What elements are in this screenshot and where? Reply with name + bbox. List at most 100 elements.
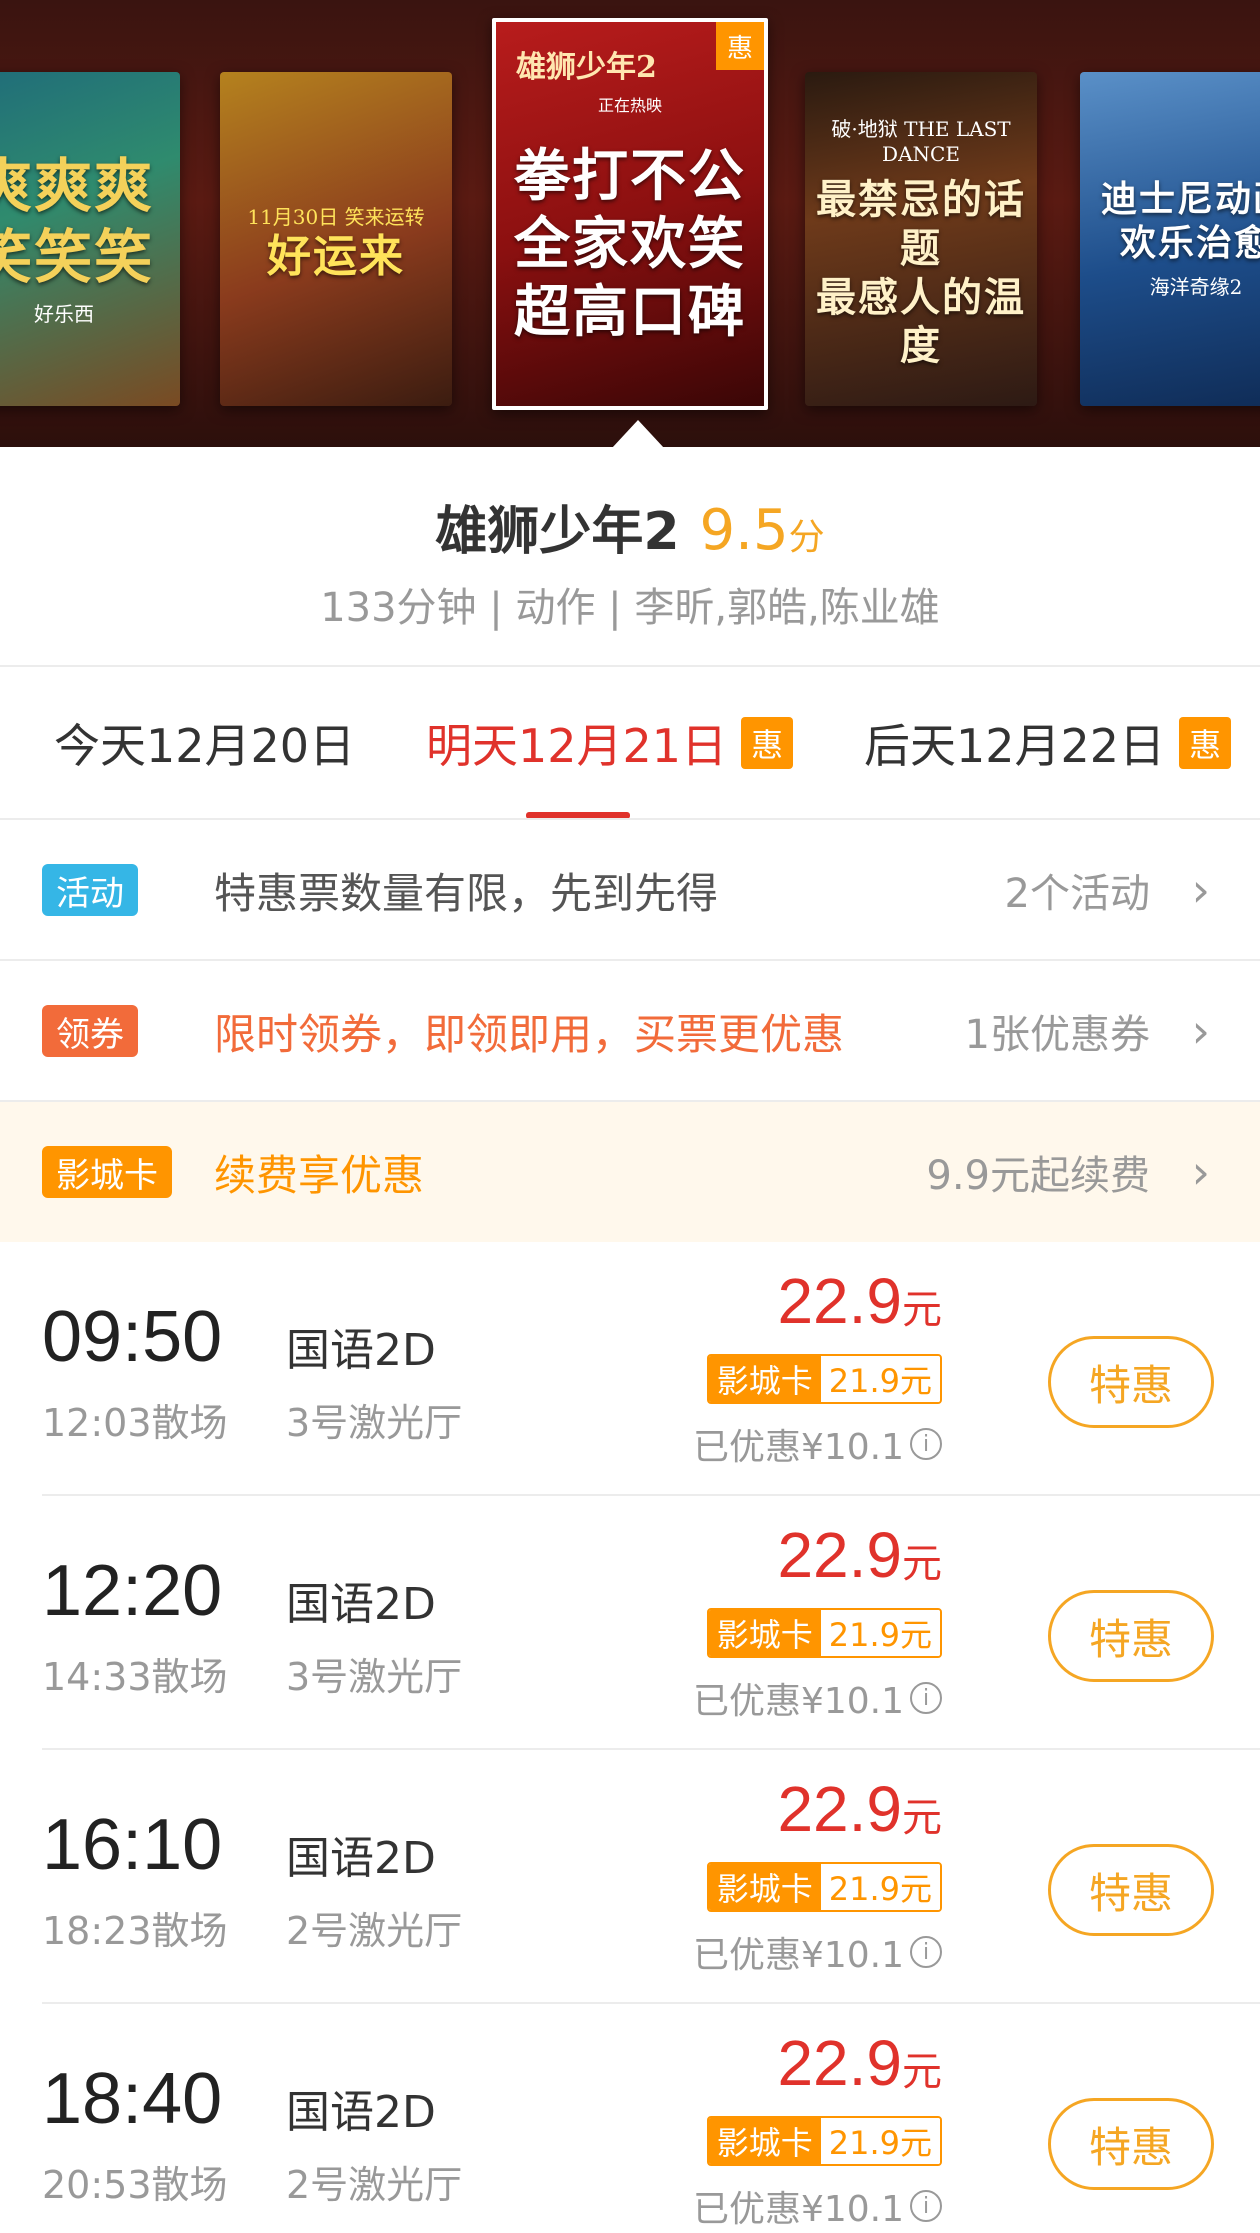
chevron-right-icon: › (1191, 863, 1210, 917)
ticket-price: 22.9元 (777, 1772, 942, 1846)
coupon-text: 限时领券，即领即用，买票更优惠 (214, 1009, 845, 1059)
poster-moana2[interactable]: 迪士尼动画 欢乐治愈 海洋奇缘2 (1080, 72, 1260, 406)
card-label: 影城卡 (708, 1356, 821, 1402)
date-tab-label: 今天12月20日 (54, 719, 356, 773)
poster-haoyunlai[interactable]: 11月30日 笑来运转 好运来 (220, 72, 452, 406)
activity-tag: 活动 (42, 864, 138, 916)
price-value: 22.9 (777, 1265, 902, 1337)
info-icon[interactable]: i (910, 1428, 942, 1460)
poster-subtext: 好乐西 (34, 302, 94, 327)
start-time: 12:20 (42, 1551, 223, 1631)
poster-text: 最禁忌的话题 最感人的温度 (816, 175, 1026, 370)
showtime-row[interactable]: 12:20 14:33散场 国语2D 3号激光厅 22.9元 影城卡 21.9元 … (0, 1496, 1260, 1748)
showtime-row[interactable]: 09:50 12:03散场 国语2D 3号激光厅 22.9元 影城卡 21.9元 … (0, 1242, 1260, 1494)
price-unit: 元 (902, 1542, 942, 1586)
price-unit: 元 (902, 1288, 942, 1332)
date-tabs: 今天12月20日 明天12月21日 惠 后天12月22日 惠 (0, 667, 1260, 819)
ticket-price: 22.9元 (777, 2026, 942, 2100)
coupon-row[interactable]: 领券 限时领券，即领即用，买票更优惠 1张优惠券 › (0, 961, 1260, 1101)
end-time: 12:03散场 (42, 1401, 228, 1445)
language-format: 国语2D (286, 1579, 436, 1630)
chevron-right-icon: › (1191, 1145, 1210, 1199)
language-format: 国语2D (286, 1833, 436, 1884)
poster-text: 迪士尼动画 欢乐治愈 (1100, 177, 1260, 264)
discount-badge: 惠 (1179, 717, 1232, 769)
end-time: 18:23散场 (42, 1909, 228, 1953)
special-offer-button[interactable]: 特惠 (1048, 1336, 1214, 1428)
poster-selected-xiongshi[interactable]: 雄狮少年2 正在热映 惠 拳打不公 全家欢笑 超高口碑 (492, 18, 768, 410)
start-time: 18:40 (42, 2059, 223, 2139)
showtime-row[interactable]: 18:40 20:53散场 国语2D 2号激光厅 22.9元 影城卡 21.9元 … (0, 2004, 1260, 2233)
discount-badge: 惠 (741, 717, 794, 769)
saved-text: 已优惠¥10.1 (692, 1427, 904, 1468)
end-time: 20:53散场 (42, 2163, 228, 2207)
hall-name: 2号激光厅 (286, 1909, 463, 1953)
cinema-card-tag: 影城卡 (42, 1146, 172, 1198)
coupon-tag: 领券 (42, 1005, 138, 1057)
coupon-count: 1张优惠券 (964, 1012, 1150, 1058)
movie-title-row: 雄狮少年2 9.5分 (0, 489, 1260, 564)
poster-text: 好运来 (267, 230, 405, 282)
date-tab-day-after[interactable]: 后天12月22日 惠 (864, 667, 1232, 819)
chevron-right-icon: › (1191, 1004, 1210, 1058)
card-label: 影城卡 (708, 1610, 821, 1656)
discount-badge: 惠 (716, 22, 764, 70)
activity-count: 2个活动 (1004, 871, 1150, 917)
date-tab-today[interactable]: 今天12月20日 (54, 667, 355, 819)
end-time: 14:33散场 (42, 1655, 228, 1699)
info-icon[interactable]: i (910, 1682, 942, 1714)
special-offer-button[interactable]: 特惠 (1048, 2098, 1214, 2190)
poster-subtext: 海洋奇缘2 (1149, 275, 1243, 300)
card-price: 21.9元 (820, 2118, 940, 2164)
price-value: 22.9 (777, 2027, 902, 2099)
card-price-badge: 影城卡 21.9元 (706, 2116, 942, 2166)
poster-subtext: 破·地狱 THE LAST DANCE (831, 116, 1011, 166)
poster-status: 正在热映 (597, 96, 662, 115)
special-offer-button[interactable]: 特惠 (1048, 1590, 1214, 1682)
poster-carousel[interactable]: 爽爽爽 笑笑笑 好乐西 11月30日 笑来运转 好运来 雄狮少年2 正在热映 惠… (0, 0, 1260, 447)
movie-meta: 133分钟 | 动作 | 李昕,郭皓,陈业雄 (320, 585, 940, 631)
movie-score-unit: 分 (788, 517, 825, 558)
date-tab-tomorrow[interactable]: 明天12月21日 惠 (426, 667, 794, 819)
language-format: 国语2D (286, 2087, 436, 2138)
activity-text: 特惠票数量有限，先到先得 (214, 868, 719, 918)
card-price-badge: 影城卡 21.9元 (706, 1862, 942, 1912)
poster-text: 拳打不公 全家欢笑 超高口碑 (514, 142, 746, 346)
hall-name: 3号激光厅 (286, 1401, 463, 1445)
discount-saved: 已优惠¥10.1 i (693, 1418, 942, 1470)
movie-info: 雄狮少年2 9.5分 133分钟 | 动作 | 李昕,郭皓,陈业雄 (0, 447, 1260, 665)
hall-name: 3号激光厅 (286, 1655, 463, 1699)
start-time: 16:10 (42, 1805, 223, 1885)
discount-saved: 已优惠¥10.1 i (693, 2180, 942, 2232)
discount-saved: 已优惠¥10.1 i (693, 1672, 942, 1724)
date-tab-label: 后天12月22日 (864, 719, 1166, 773)
cinema-card-text: 续费享优惠 (214, 1150, 425, 1200)
info-icon[interactable]: i (910, 2190, 942, 2222)
price-unit: 元 (902, 1796, 942, 1840)
date-tab-label: 明天12月21日 (426, 719, 728, 773)
ticket-price: 22.9元 (777, 1264, 942, 1338)
activity-row[interactable]: 活动 特惠票数量有限，先到先得 2个活动 › (0, 820, 1260, 960)
special-offer-button[interactable]: 特惠 (1048, 1844, 1214, 1936)
card-price-badge: 影城卡 21.9元 (706, 1354, 942, 1404)
price-value: 22.9 (777, 1519, 902, 1591)
language-format: 国语2D (286, 1325, 436, 1376)
selection-pointer (612, 420, 664, 447)
discount-saved: 已优惠¥10.1 i (693, 1926, 942, 1978)
cinema-card-renew-price: 9.9元起续费 (926, 1153, 1150, 1199)
card-price: 21.9元 (820, 1356, 940, 1402)
poster-haolexi[interactable]: 爽爽爽 笑笑笑 好乐西 (0, 72, 180, 406)
cinema-card-row[interactable]: 影城卡 续费享优惠 9.9元起续费 › (0, 1102, 1260, 1242)
hall-name: 2号激光厅 (286, 2163, 463, 2207)
card-label: 影城卡 (708, 2118, 821, 2164)
movie-score: 9.5 (699, 498, 789, 563)
card-label: 影城卡 (708, 1864, 821, 1910)
poster-title: 雄狮少年2 (516, 50, 657, 85)
saved-text: 已优惠¥10.1 (692, 1935, 904, 1976)
price-unit: 元 (902, 2050, 942, 2094)
showtime-row[interactable]: 16:10 18:23散场 国语2D 2号激光厅 22.9元 影城卡 21.9元 … (0, 1750, 1260, 2002)
ticket-price: 22.9元 (777, 1518, 942, 1592)
info-icon[interactable]: i (910, 1936, 942, 1968)
saved-text: 已优惠¥10.1 (692, 1681, 904, 1722)
poster-podiyu[interactable]: 破·地狱 THE LAST DANCE 最禁忌的话题 最感人的温度 (805, 72, 1037, 406)
